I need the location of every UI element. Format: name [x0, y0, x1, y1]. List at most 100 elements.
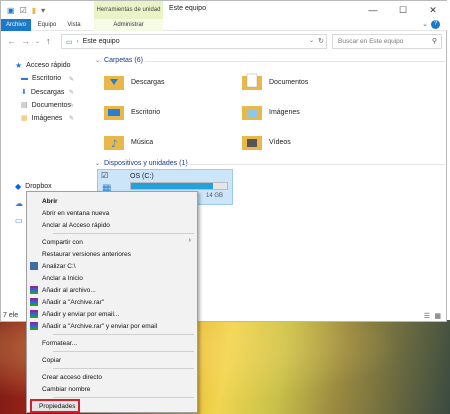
desktop-folder-icon [104, 106, 124, 120]
menu-item-restaurar-versiones-anteriores[interactable]: Restaurar versiones anteriores [27, 248, 197, 260]
pin-icon: ✎ [69, 77, 75, 83]
menu-item-anadir-a-archive-rar[interactable]: Añadir a "Archive.rar" [27, 296, 197, 308]
devices-group-header[interactable]: ⌄ Dispositivos y unidades (1) [95, 160, 188, 167]
chevron-down-icon: ⌄ [95, 161, 101, 167]
breadcrumb-current[interactable]: Este equipo [83, 38, 120, 45]
address-field[interactable]: ▭ › Este equipo ⌄ ↻ [61, 34, 327, 49]
submenu-arrow-icon: › [188, 237, 191, 244]
tab-administrar[interactable]: Administrar [94, 19, 163, 31]
folder-label: Música [131, 138, 154, 146]
folder-documentos[interactable]: Documentos [241, 73, 308, 91]
menu-item-anadir-a-archive-rar-y-enviar-por-email[interactable]: Añadir a "Archive.rar" y enviar por emai… [27, 320, 197, 332]
menu-item-formatear[interactable]: Formatear... [27, 337, 197, 349]
up-arrow-icon[interactable]: ↑ [46, 36, 51, 46]
breadcrumb-chevron-icon[interactable]: › [77, 39, 79, 45]
menu-item-label: Añadir al archivo... [42, 286, 96, 294]
winrar-icon [30, 322, 38, 330]
back-arrow-icon[interactable]: ← [7, 36, 16, 46]
menu-item-label: Añadir y enviar por email... [42, 310, 120, 318]
svg-text:♪: ♪ [111, 139, 117, 150]
search-input[interactable]: Buscar en Este equipo ⚲ [332, 34, 442, 49]
computer-icon: ▭ [66, 38, 73, 46]
folder-musica[interactable]: ♪ Música [103, 133, 153, 151]
menu-item-label: Analizar C:\ [42, 262, 76, 270]
nav-item-label: Escritorio [32, 75, 62, 82]
drive-free-space: 14 GB [206, 193, 224, 199]
properties-icon[interactable]: ☑ [20, 6, 27, 15]
pin-icon: ✎ [69, 103, 75, 109]
forward-arrow-icon[interactable]: → [21, 36, 30, 46]
pin-icon: ✎ [69, 90, 75, 96]
menu-separator [53, 351, 194, 352]
nav-item-escritorio[interactable]: ▬ Escritorio [21, 75, 61, 82]
nav-item-descargas[interactable]: ⬇ Descargas [21, 88, 65, 97]
help-icon[interactable]: ? [431, 20, 440, 29]
explorer-icon[interactable]: ▣ [7, 6, 15, 15]
tab-equipo[interactable]: Equipo [33, 19, 61, 31]
onedrive-icon[interactable]: ☁ [15, 199, 23, 208]
menu-item-label: Restaurar versiones anteriores [42, 250, 131, 258]
folder-imagenes[interactable]: Imágenes [241, 103, 300, 121]
minimize-button[interactable]: — [358, 1, 388, 19]
divider [185, 164, 445, 165]
folder-videos[interactable]: Vídeos [241, 133, 291, 151]
recent-chevron-icon[interactable]: ⌄ [35, 38, 40, 45]
menu-item-label: Añadir a "Archive.rar" y enviar por emai… [42, 322, 158, 330]
customize-icon[interactable]: ▾ [41, 6, 45, 15]
tab-archivo[interactable]: Archivo [1, 19, 31, 31]
folders-header-label: Carpetas (6) [104, 57, 143, 64]
refresh-icon[interactable]: ↻ [318, 37, 324, 45]
nav-item-imagenes[interactable]: ▦ Imágenes [21, 114, 62, 123]
nav-item-label: Descargas [30, 88, 65, 96]
menu-item-anclar-al-acceso-rapido[interactable]: Anclar al Acceso rápido [27, 219, 197, 231]
nav-quick-access[interactable]: ★ Acceso rápido [15, 61, 71, 70]
address-dropdown-icon[interactable]: ⌄ [309, 37, 314, 44]
folder-label: Escritorio [131, 108, 161, 116]
menu-separator [53, 334, 194, 335]
folder-escritorio[interactable]: Escritorio [103, 103, 160, 121]
folder-descargas[interactable]: Descargas [103, 73, 164, 91]
tab-vista[interactable]: Vista [61, 19, 87, 31]
menu-item-abrir[interactable]: Abrir [27, 195, 197, 207]
documents-folder-icon [242, 73, 262, 90]
nav-dropbox[interactable]: ◆ Dropbox [15, 182, 52, 191]
menu-item-compartir-con[interactable]: Compartir con › [27, 236, 197, 248]
menu-item-cambiar-nombre[interactable]: Cambiar nombre [27, 383, 197, 395]
menu-item-label: Anclar a Inicio [42, 274, 83, 282]
search-placeholder: Buscar en Este equipo [338, 38, 404, 45]
address-bar-row: ← → ⌄ ↑ ▭ › Este equipo ⌄ ↻ Buscar en Es… [1, 31, 448, 53]
ribbon-expand-icon[interactable]: ⌄ [422, 20, 428, 28]
this-pc-icon[interactable]: ▭ [15, 216, 23, 225]
devices-header-label: Dispositivos y unidades (1) [104, 160, 188, 167]
nav-item-documentos[interactable]: ▤ Documentos [21, 101, 71, 110]
menu-item-anadir-al-archivo[interactable]: Añadir al archivo... [27, 284, 197, 296]
menu-separator [53, 368, 194, 369]
nav-item-label: Documentos [31, 101, 71, 109]
pictures-folder-icon: ▦ [21, 115, 28, 122]
menu-item-label: Propiedades [39, 402, 76, 410]
menu-item-crear-acceso-directo[interactable]: Crear acceso directo [27, 371, 197, 383]
folder-label: Imágenes [269, 108, 300, 116]
menu-item-anclar-a-inicio[interactable]: Anclar a Inicio [27, 272, 197, 284]
new-folder-icon[interactable]: ▮ [32, 6, 36, 15]
status-bar-count: 7 ele [3, 312, 19, 319]
menu-item-label: Anclar al Acceso rápido [42, 221, 110, 229]
videos-folder-icon [242, 136, 262, 150]
checkbox-icon[interactable]: ☑ [101, 171, 108, 180]
dropbox-icon: ◆ [15, 182, 22, 191]
folder-label: Documentos [269, 78, 309, 86]
menu-item-anadir-y-enviar-por-email[interactable]: Añadir y enviar por email... [27, 308, 197, 320]
maximize-button[interactable]: ☐ [388, 1, 418, 19]
menu-item-analizar-c[interactable]: Analizar C:\ [27, 260, 197, 272]
menu-item-label: Cambiar nombre [42, 385, 91, 393]
close-button[interactable]: ✕ [418, 1, 448, 19]
details-view-icon[interactable]: ☰ [424, 312, 430, 320]
menu-item-abrir-en-ventana-nueva[interactable]: Abrir en ventana nueva [27, 207, 197, 219]
menu-item-propiedades[interactable]: Propiedades [30, 399, 80, 413]
winrar-icon [30, 286, 38, 294]
menu-item-label: Abrir en ventana nueva [42, 209, 110, 217]
star-icon: ★ [15, 61, 23, 70]
menu-item-copiar[interactable]: Copiar [27, 354, 197, 366]
tiles-view-icon[interactable]: ▦ [434, 312, 441, 320]
folders-group-header[interactable]: ⌄ Carpetas (6) [95, 57, 143, 64]
